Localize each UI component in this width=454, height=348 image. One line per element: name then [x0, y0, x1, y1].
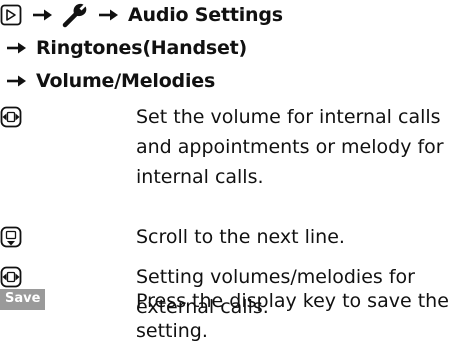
step-description: Press the display key to save the settin…	[136, 290, 449, 342]
instruction-page: Audio Settings Ringtones(Handset) Volume…	[0, 0, 454, 348]
wrench-icon	[62, 3, 87, 28]
menu-path-line-2: Ringtones(Handset)	[6, 33, 247, 63]
menu-path-line-3: Volume/Melodies	[6, 66, 215, 96]
arrow-right-icon	[7, 42, 26, 54]
step-description: Scroll to the next line.	[136, 226, 345, 248]
menu-item-ringtones-handset: Ringtones(Handset)	[36, 37, 248, 59]
arrow-right-icon	[99, 9, 118, 21]
menu-key-icon	[0, 4, 22, 26]
save-display-key: Save	[0, 289, 46, 310]
menu-item-audio-settings: Audio Settings	[128, 4, 283, 26]
control-key-down-icon	[0, 226, 22, 248]
menu-path-line-1: Audio Settings	[0, 0, 283, 30]
menu-item-volume-melodies: Volume/Melodies	[36, 70, 216, 92]
arrow-right-icon	[7, 75, 26, 87]
arrow-right-icon	[33, 9, 52, 21]
control-key-left-right-icon	[0, 106, 22, 128]
step-description: Set the volume for internal calls and ap…	[136, 106, 444, 188]
control-key-left-right-icon	[0, 266, 22, 288]
